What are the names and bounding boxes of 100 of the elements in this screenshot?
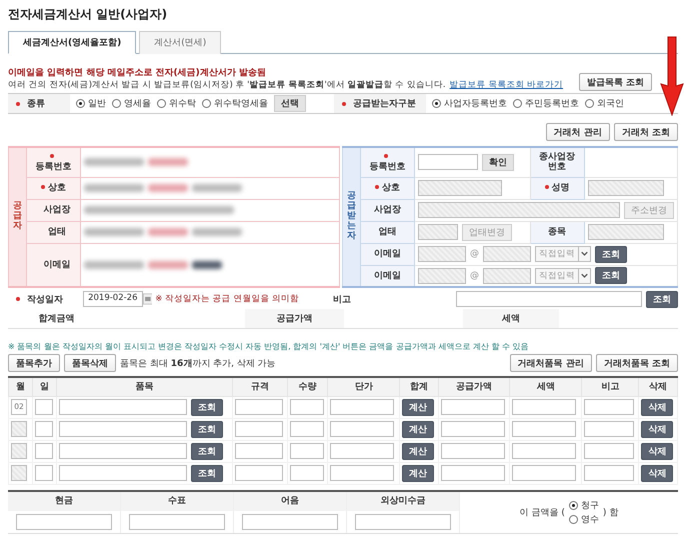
tax-field[interactable] (512, 421, 576, 437)
day-field[interactable] (35, 443, 53, 459)
field-label: 업태 (26, 221, 80, 243)
item-name-field[interactable] (59, 443, 187, 459)
radio-option[interactable]: 위수탁 (157, 97, 196, 110)
radio-option[interactable]: 주민등록번호 (513, 97, 579, 110)
radio-option[interactable]: 위수탁영세율 (202, 97, 268, 110)
column-header: 일 (32, 377, 56, 396)
delete-button[interactable]: 삭제 (641, 398, 674, 416)
confirm-button[interactable]: 확인 (482, 154, 514, 171)
remark-field[interactable] (584, 465, 634, 481)
radio-option[interactable]: 영수 (568, 512, 599, 526)
item-name-field[interactable] (59, 421, 187, 437)
memo-field[interactable] (456, 291, 642, 307)
column-header: 월 (8, 377, 32, 396)
partner-button[interactable]: 거래처 조회 (614, 123, 678, 141)
info-text: 여러 건의 전자(세금)계산서 발급 시 발급보류(임시저장) 후 '발급보류 목록조회'에서 일괄발급할 수 있습니다. (8, 80, 446, 90)
delete-button[interactable]: 삭제 (641, 420, 674, 438)
lookup-button[interactable]: 조회 (191, 420, 223, 438)
lookup-button[interactable]: 조회 (595, 246, 627, 262)
shortcut-link[interactable]: 발급보류 목록조회 바로가기 (450, 80, 564, 90)
unit-price-field[interactable] (330, 465, 394, 481)
email-domain-field (483, 246, 531, 262)
item-name-field[interactable] (59, 399, 187, 415)
select-button[interactable]: 선택 (274, 95, 306, 112)
quantity-field[interactable] (290, 399, 324, 415)
field-label: 업태 (360, 221, 414, 243)
field-label: 성명 (530, 177, 584, 199)
remark-field[interactable] (584, 421, 634, 437)
item-name-field[interactable] (59, 465, 187, 481)
calculate-button[interactable]: 계산 (402, 442, 434, 460)
column-header: 합계 (400, 377, 438, 396)
payment-field[interactable] (129, 514, 225, 530)
calculate-button[interactable]: 계산 (402, 464, 434, 482)
partner-button[interactable]: 거래처 관리 (546, 123, 610, 141)
calculate-button[interactable]: 계산 (402, 420, 434, 438)
email-domain-field (483, 268, 531, 284)
radio-option[interactable]: 청구 (568, 498, 599, 512)
payment-field[interactable] (242, 514, 338, 530)
day-field[interactable] (35, 399, 53, 415)
payment-field[interactable] (16, 514, 112, 530)
supply-value-field[interactable] (440, 465, 505, 481)
section-heading: 공급받는자 (342, 147, 360, 287)
registration-field[interactable] (418, 154, 478, 170)
tax-field[interactable] (512, 465, 576, 481)
blurred-text (84, 184, 144, 192)
tab[interactable]: 계산서(면세) (139, 31, 222, 54)
tax-field[interactable] (512, 399, 576, 415)
supply-value-field[interactable] (440, 421, 505, 437)
partner-item-button[interactable]: 거래처품목 조회 (596, 354, 678, 372)
issue-list-button[interactable]: 발급목록 조회 (578, 73, 652, 91)
supply-value-field[interactable] (440, 399, 505, 415)
unit-price-field[interactable] (330, 421, 394, 437)
remark-field[interactable] (584, 399, 634, 415)
quantity-field[interactable] (290, 421, 324, 437)
calculate-button[interactable]: 계산 (402, 398, 434, 416)
supply-value-field[interactable] (440, 443, 505, 459)
radio-option[interactable]: 외국인 (585, 97, 624, 110)
day-field[interactable] (35, 465, 53, 481)
remove-item-button[interactable]: 품목삭제 (64, 354, 116, 372)
quantity-field[interactable] (290, 465, 324, 481)
column-header: 비고 (582, 377, 639, 396)
unit-price-field[interactable] (330, 443, 394, 459)
day-field[interactable] (35, 421, 53, 437)
claim-prefix: 이 금액을 ( (520, 506, 565, 518)
spec-field[interactable] (234, 421, 283, 437)
quantity-field[interactable] (290, 443, 324, 459)
field-label: 상호 (26, 177, 80, 199)
date-field[interactable]: 2019-02-26 (83, 291, 142, 307)
blurred-text (192, 260, 222, 269)
spec-field[interactable] (234, 465, 283, 481)
month-field (11, 465, 27, 481)
lookup-button[interactable]: 조회 (595, 267, 627, 284)
spec-field[interactable] (234, 443, 283, 459)
email-id-field (418, 246, 466, 262)
partner-item-button[interactable]: 거래처품목 관리 (510, 354, 592, 372)
unit-price-field[interactable] (330, 399, 394, 415)
radio-option[interactable]: 사업자등록번호 (432, 97, 507, 110)
radio-option[interactable]: 일반 (76, 97, 106, 110)
lookup-button[interactable]: 조회 (191, 398, 223, 416)
payment-field[interactable] (355, 514, 451, 530)
tax-field[interactable] (512, 443, 576, 459)
add-item-button[interactable]: 품목추가 (8, 354, 60, 372)
spec-field[interactable] (234, 399, 283, 415)
delete-button[interactable]: 삭제 (641, 442, 674, 460)
caret-icon (578, 247, 590, 261)
lookup-button[interactable]: 조회 (646, 290, 678, 308)
business-field (418, 224, 458, 240)
item-limit-text: 품목은 최대 16개까지 추가, 삭제 가능 (120, 358, 276, 370)
calendar-icon[interactable] (142, 291, 152, 307)
remark-field[interactable] (584, 443, 634, 459)
radio-option[interactable]: 영세율 (112, 97, 151, 110)
total-label: 공급가액 (244, 309, 344, 328)
date-note: ※ 작성일자는 공급 연월일을 의미함 (155, 293, 300, 305)
field-label: 이메일 (26, 243, 80, 287)
delete-button[interactable]: 삭제 (641, 464, 674, 482)
field-label: 이메일 (360, 243, 414, 265)
tab[interactable]: 세금계산서(영세율포함) (8, 31, 136, 54)
lookup-button[interactable]: 조회 (191, 442, 223, 460)
lookup-button[interactable]: 조회 (191, 464, 223, 482)
